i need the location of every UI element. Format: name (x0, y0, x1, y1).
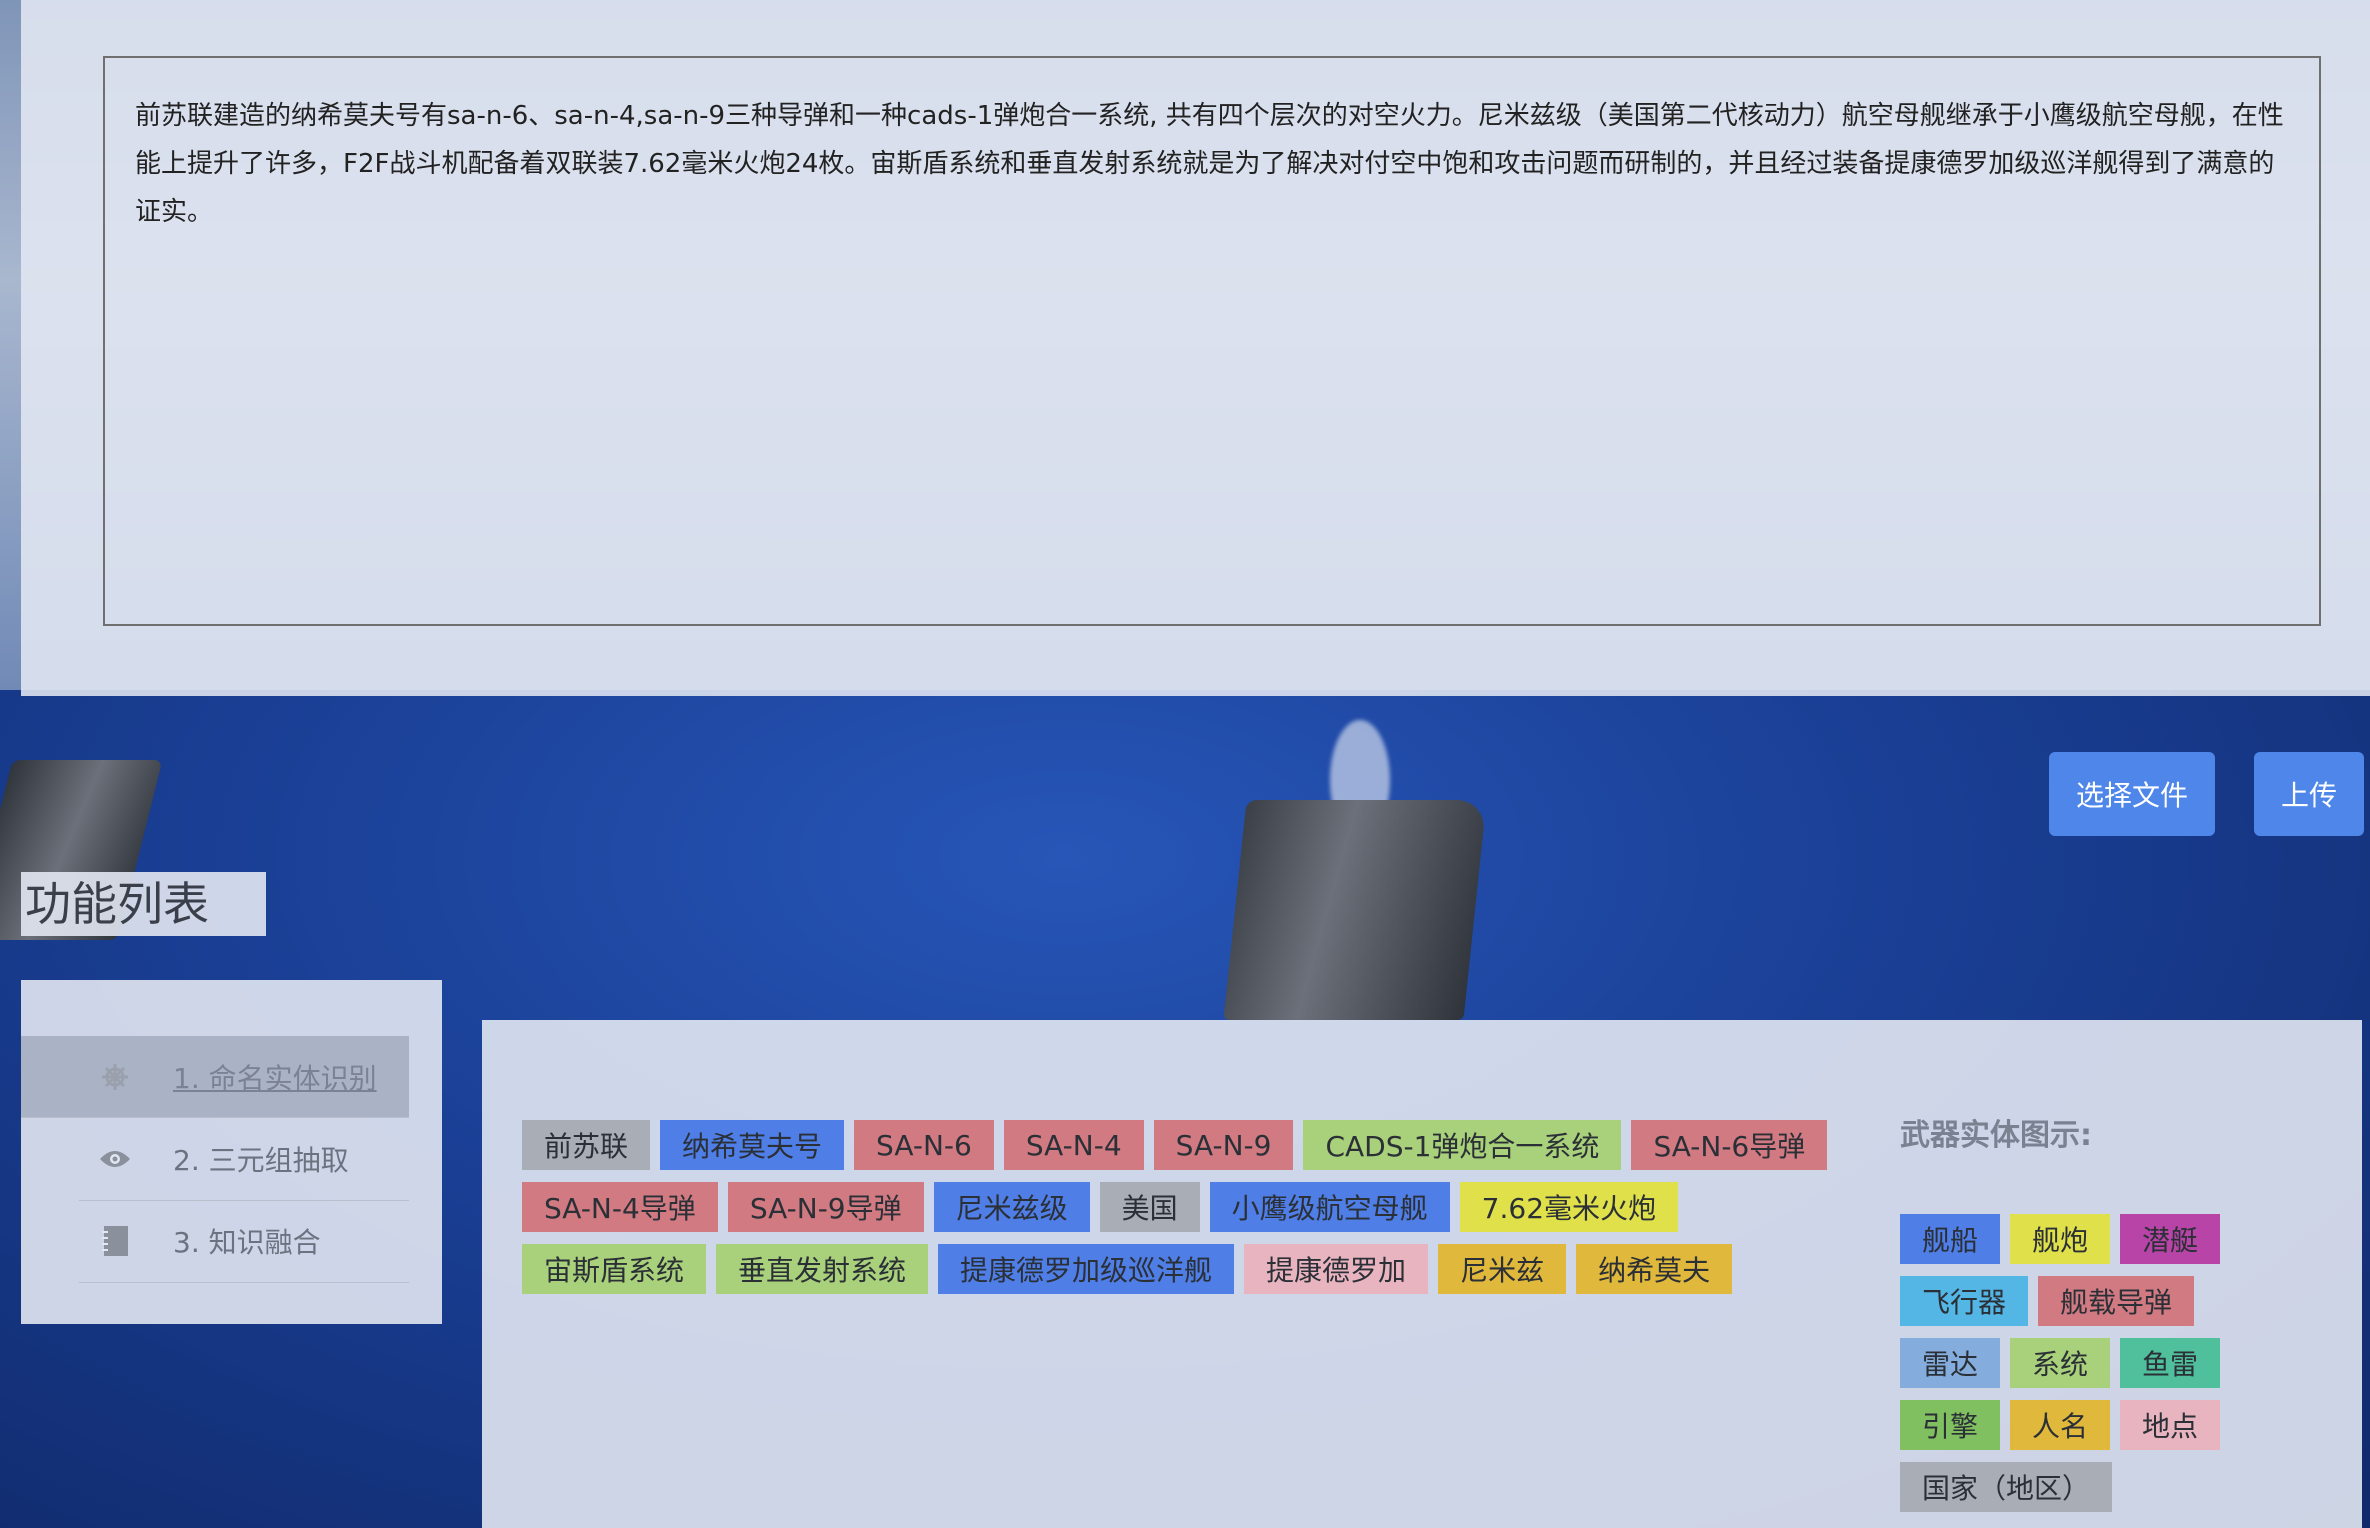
entity-tag: 前苏联 (522, 1120, 651, 1170)
entity-tag: 7.62毫米火炮 (1459, 1182, 1679, 1232)
entity-tag-list: 前苏联 纳希莫夫号 SA-N-6 SA-N-4 SA-N-9 CADS-1弹炮合一系统 SA… (522, 1120, 1832, 1294)
entity-tag: 纳希莫夫号 (660, 1120, 845, 1170)
book-icon (97, 1223, 133, 1259)
nav-item-label: 3. 知识融合 (173, 1226, 321, 1259)
ship-wheel-icon (97, 1059, 133, 1095)
legend-tag: 鱼雷 (2120, 1338, 2220, 1388)
aircraft-carrier-image (1223, 800, 1487, 1020)
entity-tag: 美国 (1099, 1182, 1200, 1232)
entity-tag: 小鹰级航空母舰 (1209, 1182, 1450, 1232)
entity-tag: 宙斯盾系统 (522, 1244, 707, 1294)
text-input-panel: 前苏联建造的纳希莫夫号有sa-n-6、sa-n-4,sa-n-9三种导弹和一种c… (21, 0, 2370, 696)
nav-item-knowledge-fusion[interactable]: 3. 知识融合 (79, 1200, 409, 1283)
function-list-panel: 1. 命名实体识别 2. 三元组抽取 3. 知识融合 (21, 980, 442, 1324)
legend-tag: 飞行器 (1900, 1276, 2028, 1326)
eye-icon (97, 1141, 133, 1177)
ner-result-panel: 前苏联 纳希莫夫号 SA-N-6 SA-N-4 SA-N-9 CADS-1弹炮合一系统 SA… (482, 1020, 2362, 1528)
entity-tag: SA-N-4导弹 (522, 1182, 718, 1232)
entity-tag: 提康德罗加级巡洋舰 (938, 1244, 1235, 1294)
legend-tag: 潜艇 (2120, 1214, 2220, 1264)
legend-tag: 引擎 (1900, 1400, 2000, 1450)
entity-tag: SA-N-9 (1153, 1120, 1294, 1170)
legend-tag: 舰船 (1900, 1214, 2000, 1264)
upload-button[interactable]: 上传 (2254, 752, 2364, 836)
entity-tag: CADS-1弹炮合一系统 (1303, 1120, 1622, 1170)
legend-tag: 雷达 (1900, 1338, 2000, 1388)
function-list-title: 功能列表 (21, 872, 266, 936)
entity-tag: SA-N-6导弹 (1631, 1120, 1828, 1170)
legend-tag: 系统 (2010, 1338, 2110, 1388)
entity-tag: 纳希莫夫 (1576, 1244, 1733, 1294)
legend-tag: 舰载导弹 (2038, 1276, 2194, 1326)
entity-tag: 提康德罗加 (1244, 1244, 1429, 1294)
legend-title: 武器实体图示: (1900, 1118, 2092, 1153)
nav-item-label: 1. 命名实体识别 (173, 1061, 377, 1095)
entity-tag: SA-N-4 (1003, 1120, 1144, 1170)
entity-tag: 尼米兹级 (933, 1182, 1090, 1232)
entity-tag: 垂直发射系统 (716, 1244, 929, 1294)
legend-tag: 人名 (2010, 1400, 2110, 1450)
document-text: 前苏联建造的纳希莫夫号有sa-n-6、sa-n-4,sa-n-9三种导弹和一种c… (135, 101, 2284, 227)
entity-tag: 尼米兹 (1438, 1244, 1567, 1294)
legend-tag: 舰炮 (2010, 1214, 2110, 1264)
legend-tag: 地点 (2120, 1400, 2220, 1450)
choose-file-button[interactable]: 选择文件 (2049, 752, 2215, 836)
nav-item-label: 2. 三元组抽取 (173, 1144, 349, 1177)
entity-tag: SA-N-6 (854, 1120, 994, 1170)
legend-tag: 国家（地区） (1900, 1462, 2112, 1512)
nav-item-ner[interactable]: 1. 命名实体识别 (21, 1036, 409, 1118)
nav-item-triple-extraction[interactable]: 2. 三元组抽取 (79, 1118, 409, 1201)
document-text-area[interactable]: 前苏联建造的纳希莫夫号有sa-n-6、sa-n-4,sa-n-9三种导弹和一种c… (103, 56, 2321, 626)
entity-tag: SA-N-9导弹 (727, 1182, 924, 1232)
